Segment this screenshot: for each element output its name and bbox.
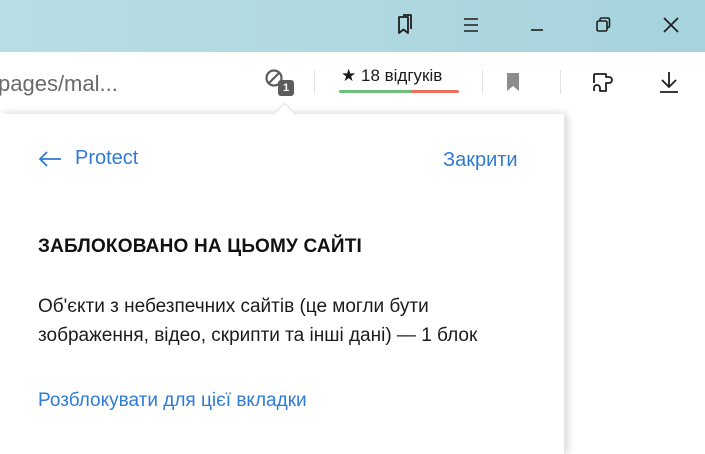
minimize-button[interactable] — [514, 6, 560, 44]
reviews-rating-bar — [339, 90, 459, 93]
restore-button[interactable] — [580, 6, 626, 44]
star-icon: ★ — [341, 66, 357, 85]
blocked-count-badge: 1 — [278, 80, 294, 96]
blocked-description: Об'єкти з небезпечних сайтів (це могли б… — [38, 296, 478, 346]
minimize-icon — [531, 29, 543, 31]
reviews-label: 18 відгуків — [360, 66, 443, 85]
toolbar-divider — [482, 70, 483, 94]
arrow-left-icon — [39, 150, 61, 167]
close-popup-link[interactable]: Закрити — [443, 149, 518, 172]
reviews-button[interactable]: ★ 18 відгуків — [339, 64, 459, 94]
restore-icon — [596, 17, 611, 32]
toolbar-divider — [560, 70, 561, 94]
toolbar-divider — [314, 70, 315, 94]
menu-button[interactable] — [448, 6, 494, 44]
download-icon — [660, 72, 678, 93]
hamburger-menu-icon — [464, 18, 478, 32]
close-icon — [663, 17, 679, 33]
address-bar-url[interactable]: pages/mal... — [0, 70, 118, 98]
blocked-heading: ЗАБЛОКОВАНО НА ЦЬОМУ САЙТІ — [38, 236, 362, 257]
back-label: Protect — [75, 147, 139, 169]
extensions-button[interactable] — [587, 66, 619, 98]
bookmarks-collection-button[interactable] — [382, 6, 428, 44]
reviews-label-wrap: ★ 18 відгуків — [341, 66, 442, 86]
close-window-button[interactable] — [648, 6, 694, 44]
extensions-icon — [593, 73, 613, 92]
page-content-area — [565, 114, 705, 447]
title-bar — [0, 0, 705, 52]
unblock-for-tab-link[interactable]: Розблокувати для цієї вкладки — [38, 390, 307, 412]
bookmark-icon — [507, 73, 519, 91]
back-to-protect-link[interactable]: Protect — [37, 147, 138, 170]
bookmarks-icon — [398, 14, 412, 34]
downloads-button[interactable] — [654, 66, 684, 98]
bookmark-page-button[interactable] — [500, 68, 526, 96]
